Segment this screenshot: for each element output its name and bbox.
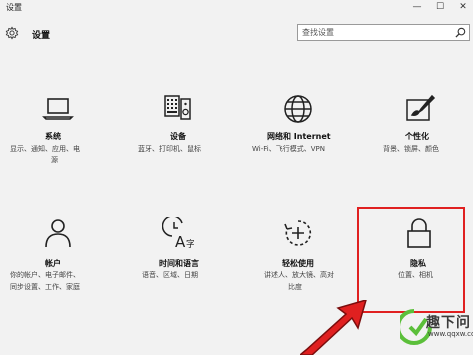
gear-icon [5, 26, 19, 40]
ease-of-access-icon [284, 220, 312, 246]
tile-time-language[interactable]: A 字 时间和语言 语音、区域、日期 [128, 217, 238, 317]
tile-title: 系统 [45, 132, 61, 141]
tile-desc-line: 同步设置、工作、家庭 [10, 283, 80, 291]
maximize-button[interactable]: ☐ [428, 0, 452, 15]
tile-desc-line: 显示、通知、应用、电 [10, 145, 80, 153]
tile-desc-line: 蓝牙、打印机、鼠标 [138, 145, 201, 153]
keyboard-speaker-icon [164, 95, 191, 120]
watermark-url: www.qqxw.com [428, 330, 473, 338]
svg-text:A: A [175, 233, 186, 249]
tile-title: 个性化 [405, 132, 429, 141]
tile-network[interactable]: 网络和 Internet Wi-Fi、飞行模式、VPN [250, 93, 360, 193]
paintbrush-icon [406, 94, 436, 121]
tile-desc-line: 比度 [288, 283, 302, 291]
laptop-icon [42, 98, 74, 120]
tile-title: 帐户 [45, 259, 61, 268]
title-bar: 设置 — ☐ ✕ [0, 0, 473, 15]
tile-title: 网络和 Internet [267, 132, 331, 141]
search-icon[interactable] [455, 27, 466, 38]
watermark-text: 趣下问 [426, 315, 471, 331]
globe-icon [284, 95, 312, 123]
highlight-box [357, 207, 465, 313]
tile-desc-line: 你的帐户、电子邮件、 [10, 271, 80, 279]
tile-desc-line: 讲述人、放大镜、高对 [264, 271, 334, 279]
tile-personalization[interactable]: 个性化 背景、锁屏、颜色 [372, 93, 473, 193]
tile-accounts[interactable]: 帐户 你的帐户、电子邮件、 同步设置、工作、家庭 [10, 217, 120, 317]
tile-system[interactable]: 系统 显示、通知、应用、电 源 [10, 93, 120, 193]
close-button[interactable]: ✕ [451, 0, 473, 15]
tile-desc-line: 源 [51, 156, 58, 164]
tile-desc-line: 背景、锁屏、颜色 [383, 145, 439, 153]
page-title: 设置 [32, 31, 51, 41]
svg-text:字: 字 [186, 238, 194, 249]
search-input[interactable] [302, 26, 450, 39]
search-box[interactable] [297, 24, 470, 41]
tile-title: 设备 [170, 132, 186, 141]
minimize-button[interactable]: — [405, 0, 429, 15]
tile-devices[interactable]: 设备 蓝牙、打印机、鼠标 [128, 93, 238, 193]
tile-desc-line: 语音、区域、日期 [142, 271, 198, 279]
tile-title: 时间和语言 [159, 259, 199, 268]
person-icon [45, 219, 71, 248]
time-language-icon: A 字 [162, 217, 194, 249]
tile-desc-line: Wi-Fi、飞行模式、VPN [252, 145, 325, 153]
tile-title: 轻松使用 [282, 259, 314, 268]
window-title: 设置 [6, 3, 22, 12]
